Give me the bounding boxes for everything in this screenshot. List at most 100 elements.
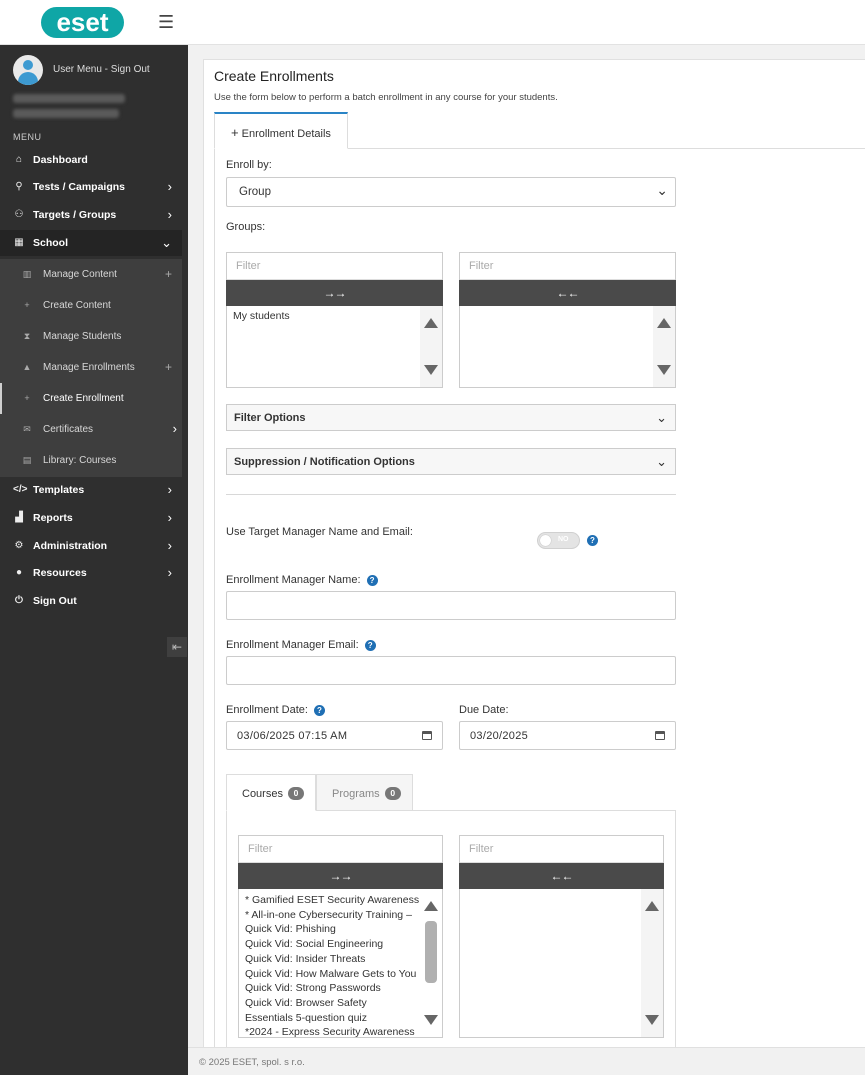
- scroll-down-icon[interactable]: [424, 365, 438, 375]
- scroll-down-icon[interactable]: [657, 365, 671, 375]
- suppression-options-accordion[interactable]: Suppression / Notification Options ⌄: [226, 448, 676, 475]
- groups-label: Groups:: [226, 221, 266, 233]
- scroll-up-icon[interactable]: [645, 901, 659, 911]
- enrollment-date-label: Enrollment Date:?: [226, 704, 325, 716]
- sidebar-item-administration[interactable]: ⚙ Administration ›: [0, 533, 188, 559]
- sidebar-item-certificates[interactable]: ✉ Certificates ›: [0, 414, 182, 445]
- help-icon[interactable]: ?: [313, 704, 325, 716]
- collapse-sidebar-icon[interactable]: ⇤: [167, 637, 187, 657]
- courses-selected-list[interactable]: [460, 889, 663, 1037]
- tab-programs[interactable]: Programs 0: [316, 774, 413, 811]
- page-title: Create Enrollments: [214, 68, 334, 84]
- scrollbar[interactable]: [641, 889, 663, 1037]
- move-all-left-button[interactable]: ←←: [459, 863, 664, 889]
- user-menu-link[interactable]: User Menu - Sign Out: [53, 64, 150, 75]
- scroll-down-icon[interactable]: [424, 1015, 438, 1025]
- manager-name-input[interactable]: [226, 591, 676, 620]
- courses-selected-box: Filter ←←: [459, 835, 664, 1038]
- power-icon: ⏻: [15, 595, 23, 606]
- eset-logo[interactable]: eset: [41, 7, 124, 38]
- sidebar-item-manage-students[interactable]: ⧗ Manage Students: [0, 321, 182, 352]
- groups-available-box: Filter →→ My students: [226, 252, 443, 388]
- scrollbar[interactable]: [420, 889, 442, 1037]
- user-org-redacted: [13, 109, 119, 118]
- courses-available-filter[interactable]: Filter: [239, 836, 442, 863]
- help-icon[interactable]: ?: [364, 639, 376, 651]
- sidebar-item-reports[interactable]: ▟ Reports ›: [0, 505, 188, 531]
- sidebar-item-resources[interactable]: ● Resources ›: [0, 560, 188, 586]
- move-all-right-button[interactable]: →→: [226, 280, 443, 306]
- groups-available-filter[interactable]: Filter: [227, 253, 442, 280]
- groups-selected-list[interactable]: [460, 306, 675, 387]
- list-item[interactable]: *2024 - Express Security Awareness: [239, 1025, 420, 1040]
- question-icon: ●: [15, 567, 23, 578]
- courses-available-list[interactable]: * Gamified ESET Security Awareness * All…: [239, 889, 420, 1040]
- books-icon: ▤: [22, 455, 32, 465]
- use-manager-toggle[interactable]: NO: [537, 532, 580, 549]
- sidebar-item-school[interactable]: ▦ School ⌄: [0, 230, 182, 256]
- list-item[interactable]: Quick Vid: Phishing: [239, 922, 420, 937]
- library-icon: ▥: [22, 269, 32, 279]
- home-icon: ⌂: [15, 154, 23, 165]
- calendar-icon[interactable]: [422, 731, 432, 740]
- list-item[interactable]: Quick Vid: How Malware Gets to You: [239, 967, 420, 982]
- list-item[interactable]: Quick Vid: Browser Safety: [239, 996, 420, 1011]
- tab-enrollment-details[interactable]: + Enrollment Details: [214, 112, 348, 149]
- sidebar-item-create-enrollment[interactable]: + Create Enrollment: [0, 383, 182, 414]
- scrollbar[interactable]: [420, 306, 442, 387]
- users-icon: ⚇: [14, 209, 24, 220]
- groups-selected-filter[interactable]: Filter: [460, 253, 675, 280]
- list-item[interactable]: * Gamified ESET Security Awareness: [239, 893, 420, 908]
- calendar-icon[interactable]: [655, 731, 665, 740]
- sidebar-item-tests-campaigns[interactable]: ⚲ Tests / Campaigns ›: [0, 174, 188, 200]
- groups-available-list[interactable]: My students: [227, 306, 442, 387]
- chevron-down-icon: ⌄: [656, 182, 668, 198]
- chevron-right-icon: ›: [167, 179, 172, 194]
- sidebar-item-manage-enrollments[interactable]: ▲ Manage Enrollments +: [0, 352, 182, 383]
- list-item[interactable]: Quick Vid: Insider Threats: [239, 952, 420, 967]
- sidebar-item-sign-out[interactable]: ⏻ Sign Out: [0, 588, 188, 614]
- manager-email-input[interactable]: [226, 656, 676, 685]
- list-item[interactable]: Quick Vid: Social Engineering: [239, 937, 420, 952]
- enrollment-date-input[interactable]: 03/06/2025 07:15 AM: [226, 721, 443, 750]
- enroll-by-select[interactable]: Group ⌄: [226, 177, 676, 207]
- tab-courses[interactable]: Courses 0: [226, 774, 316, 811]
- chevron-down-icon: ⌄: [656, 410, 667, 425]
- hamburger-menu-icon[interactable]: ☰: [158, 12, 174, 33]
- avatar[interactable]: [13, 55, 43, 85]
- chart-icon: ▟: [15, 512, 23, 523]
- courses-selected-filter[interactable]: Filter: [460, 836, 663, 863]
- move-all-right-button[interactable]: →→: [238, 863, 443, 889]
- sidebar-item-dashboard[interactable]: ⌂ Dashboard: [0, 147, 188, 173]
- scroll-thumb[interactable]: [425, 921, 437, 983]
- plus-icon: +: [164, 360, 172, 374]
- scrollbar[interactable]: [653, 306, 675, 387]
- scroll-up-icon[interactable]: [657, 318, 671, 328]
- sidebar-item-library-courses[interactable]: ▤ Library: Courses: [0, 445, 182, 476]
- divider: [226, 494, 676, 495]
- menu-heading: MENU: [13, 132, 42, 142]
- sidebar-item-targets-groups[interactable]: ⚇ Targets / Groups ›: [0, 202, 188, 228]
- scroll-up-icon[interactable]: [424, 901, 438, 911]
- courses-available-box: Filter →→ * Gamified ESET Security Aware…: [238, 835, 443, 1038]
- list-item[interactable]: Essentials 5-question quiz: [239, 1011, 420, 1026]
- list-item[interactable]: * All-in-one Cybersecurity Training –: [239, 908, 420, 923]
- chevron-right-icon: ›: [167, 538, 172, 553]
- sidebar-item-create-content[interactable]: + Create Content: [0, 290, 182, 321]
- due-date-input[interactable]: 03/20/2025: [459, 721, 676, 750]
- help-icon[interactable]: ?: [587, 535, 598, 546]
- plus-icon: +: [24, 393, 30, 403]
- list-item[interactable]: My students: [227, 306, 442, 322]
- footer: © 2025 ESET, spol. s r.o.: [188, 1047, 865, 1075]
- chevron-right-icon: ›: [167, 565, 172, 580]
- move-all-left-button[interactable]: ←←: [459, 280, 676, 306]
- help-icon[interactable]: ?: [366, 574, 378, 586]
- school-submenu: ▥ Manage Content + + Create Content ⧗ Ma…: [0, 259, 182, 477]
- sidebar-item-templates[interactable]: </> Templates ›: [0, 477, 188, 503]
- scroll-up-icon[interactable]: [424, 318, 438, 328]
- sidebar-item-manage-content[interactable]: ▥ Manage Content +: [0, 259, 182, 290]
- plus-icon: +: [164, 267, 172, 281]
- scroll-down-icon[interactable]: [645, 1015, 659, 1025]
- filter-options-accordion[interactable]: Filter Options ⌄: [226, 404, 676, 431]
- list-item[interactable]: Quick Vid: Strong Passwords: [239, 981, 420, 996]
